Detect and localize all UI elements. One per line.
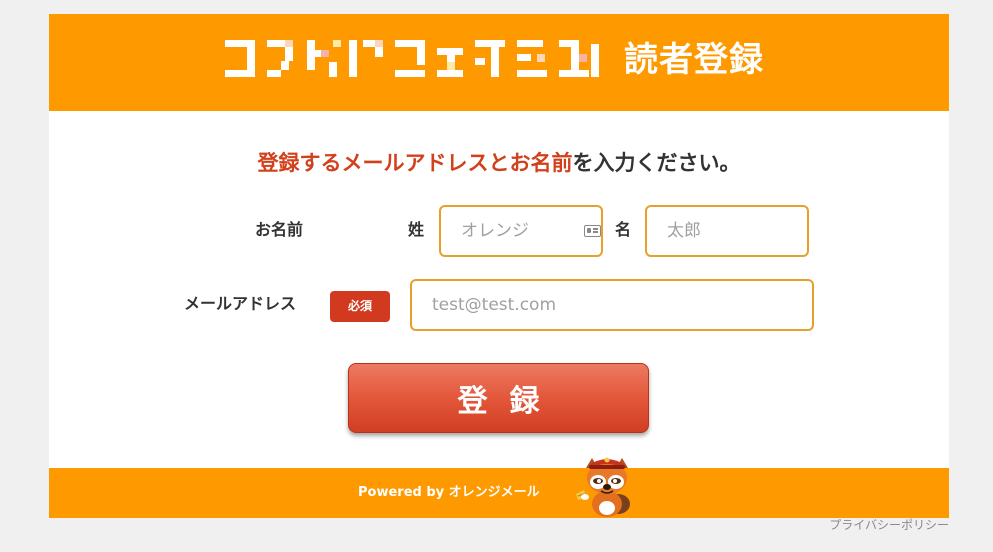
header-banner: 読者登録 — [49, 14, 949, 111]
first-name-input[interactable] — [645, 205, 809, 257]
contact-card-icon[interactable] — [584, 225, 601, 237]
powered-by-text: Powered by オレンジメール — [358, 485, 540, 500]
raccoon-mascot-icon — [576, 457, 630, 517]
page-title: 読者登録 — [624, 40, 764, 80]
name-label: お名前 — [255, 220, 304, 239]
privacy-policy-link[interactable]: プライバシーポリシー — [829, 517, 949, 533]
site-logo — [225, 40, 599, 77]
form-instruction: 登録するメールアドレスとお名前を入力ください。 — [49, 148, 949, 178]
last-name-label: 姓 — [408, 220, 425, 239]
last-name-input[interactable] — [439, 205, 603, 257]
instruction-highlight: 登録するメールアドレスとお名前 — [257, 151, 573, 175]
footer-bar: Powered by オレンジメール — [49, 457, 949, 518]
signup-card: 読者登録 登録するメールアドレスとお名前を入力ください。 — [49, 14, 949, 518]
instruction-rest: を入力ください。 — [572, 151, 741, 175]
register-button[interactable]: 登録 — [348, 363, 649, 433]
required-badge: 必須 — [330, 291, 390, 322]
email-input[interactable] — [410, 279, 814, 331]
email-label: メールアドレス — [184, 294, 297, 313]
first-name-label: 名 — [615, 220, 632, 239]
